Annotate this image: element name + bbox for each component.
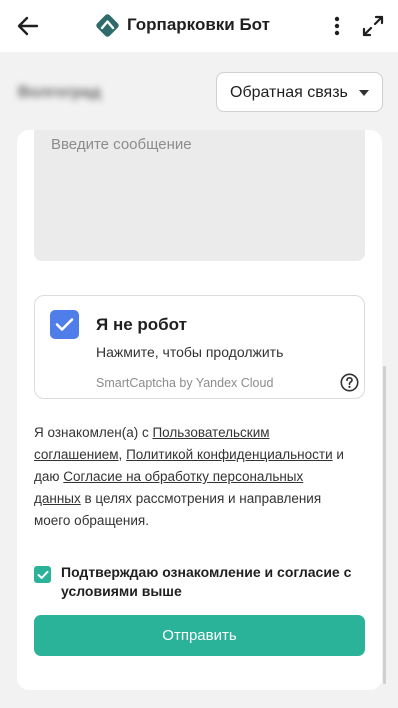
captcha-checkbox[interactable] — [50, 310, 79, 339]
consent-text-part: , — [118, 447, 127, 462]
captcha-brand: SmartCaptcha by Yandex Cloud — [96, 376, 274, 390]
help-icon[interactable] — [340, 373, 359, 392]
check-icon — [55, 318, 74, 331]
check-icon — [37, 570, 48, 579]
confirm-checkbox[interactable] — [34, 566, 51, 583]
feedback-form-card: Я не робот Нажмите, чтобы продолжить Sma… — [17, 130, 382, 690]
back-button[interactable] — [14, 12, 42, 40]
captcha-subtitle: Нажмите, чтобы продолжить — [96, 344, 284, 360]
more-menu-button[interactable] — [327, 13, 347, 39]
caret-down-icon — [359, 90, 369, 96]
smart-captcha[interactable]: Я не робот Нажмите, чтобы продолжить Sma… — [34, 295, 365, 399]
topic-select[interactable]: Обратная связь — [216, 72, 383, 112]
city-name: Волгоград — [18, 84, 101, 101]
message-input[interactable] — [34, 130, 365, 261]
privacy-policy-link[interactable]: Политикой конфиденциальности — [126, 447, 333, 462]
page-title: Горпарковки Бот — [127, 15, 270, 34]
consent-text: Я ознакомлен(а) с Пользовательским согла… — [34, 422, 344, 532]
captcha-title: Я не робот — [96, 315, 187, 334]
expand-button[interactable] — [360, 13, 386, 39]
gorparkovki-logo-icon — [96, 14, 119, 37]
expand-icon — [362, 15, 384, 37]
topic-select-value: Обратная связь — [230, 84, 348, 101]
confirm-consent[interactable]: Подтверждаю ознакомление и согласие с ус… — [34, 563, 364, 603]
consent-text-part: Я ознакомлен(а) с — [34, 425, 153, 440]
confirm-label: Подтверждаю ознакомление и согласие с ус… — [61, 564, 352, 599]
submit-button[interactable]: Отправить — [34, 615, 365, 656]
more-vertical-icon — [334, 16, 340, 36]
app-header: Горпарковки Бот — [0, 0, 398, 52]
scrollbar[interactable] — [383, 366, 386, 684]
arrow-left-icon — [17, 16, 39, 36]
